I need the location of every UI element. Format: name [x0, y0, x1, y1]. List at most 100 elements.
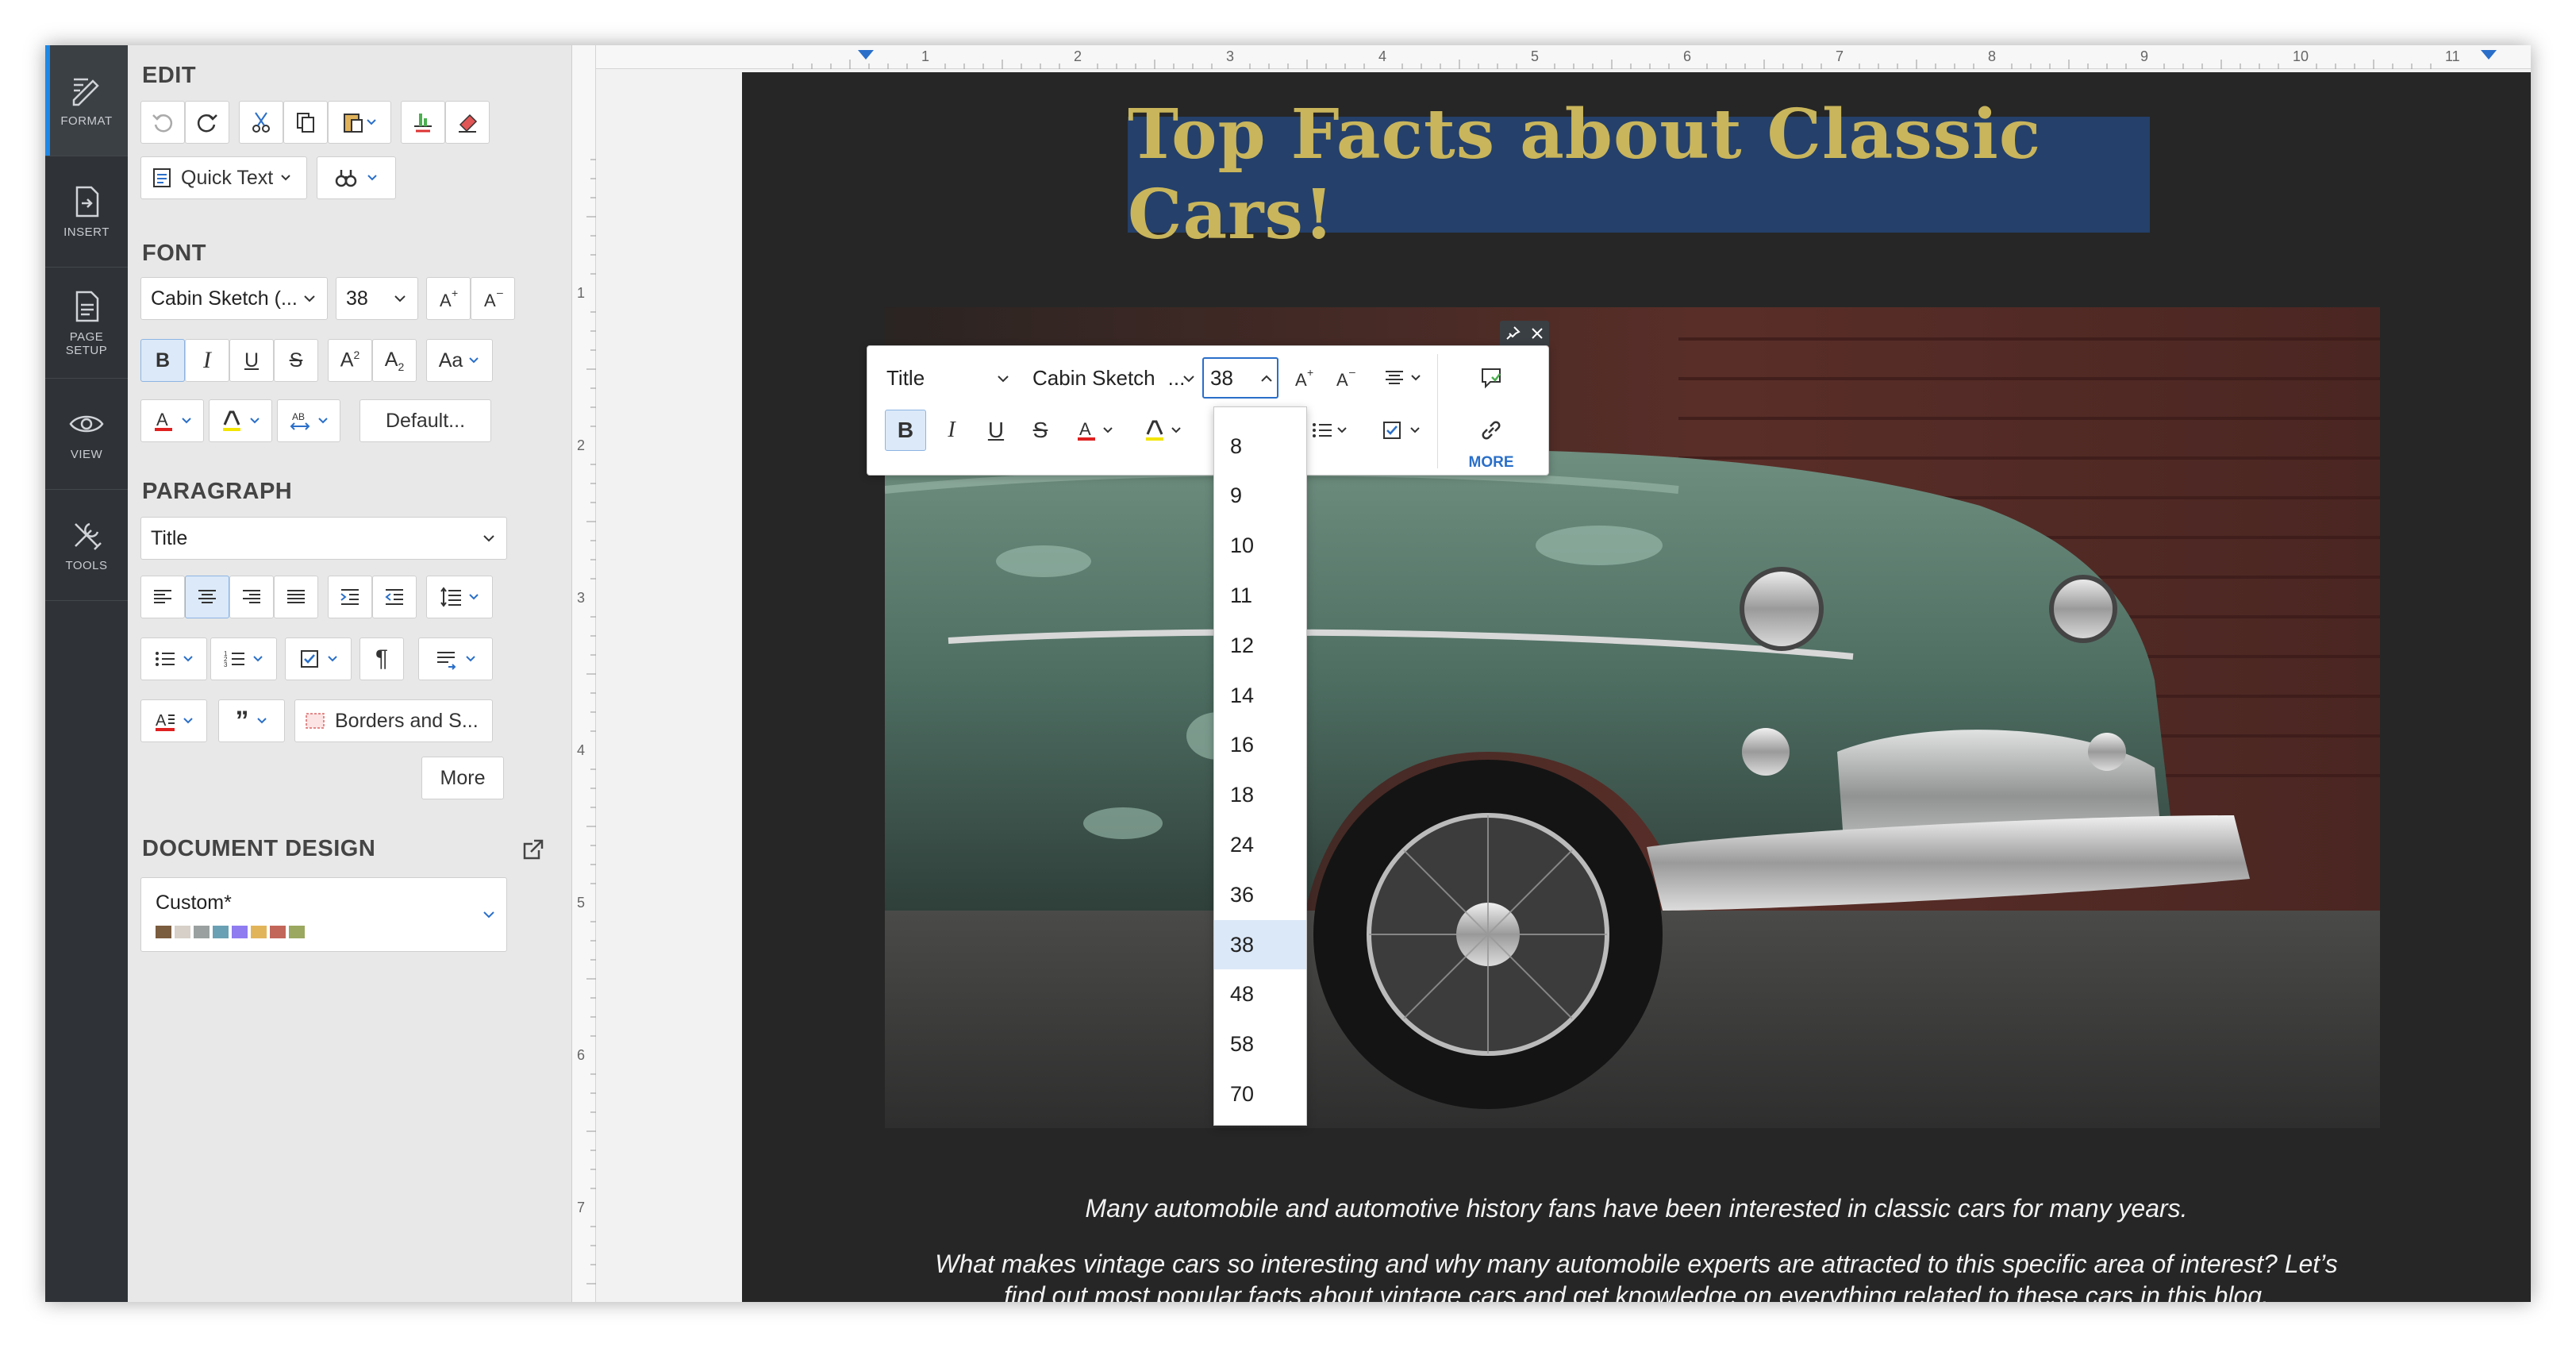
- more-paragraph-button[interactable]: More: [421, 757, 504, 799]
- superscript-button[interactable]: A2: [328, 339, 372, 382]
- font-size-option[interactable]: 16: [1214, 721, 1306, 770]
- checklist-button[interactable]: [285, 637, 352, 680]
- italic-button[interactable]: I: [185, 339, 229, 382]
- float-strikethrough-button[interactable]: S: [1020, 410, 1061, 451]
- rail-view[interactable]: VIEW: [45, 379, 128, 490]
- paste-button[interactable]: [328, 101, 391, 144]
- font-size-option[interactable]: 12: [1214, 621, 1306, 670]
- float-comment-button[interactable]: [1471, 357, 1512, 399]
- increase-font-button[interactable]: A +: [426, 277, 471, 320]
- font-size-option[interactable]: 14: [1214, 671, 1306, 720]
- underline-button[interactable]: U: [229, 339, 274, 382]
- format-painter-button[interactable]: [401, 101, 445, 144]
- font-size-option[interactable]: 18: [1214, 771, 1306, 820]
- float-text-color-button[interactable]: A: [1069, 410, 1120, 451]
- font-size-option[interactable]: 70: [1214, 1069, 1306, 1119]
- rail-page-setup[interactable]: PAGE SETUP: [45, 268, 128, 379]
- font-size-option[interactable]: 24: [1214, 820, 1306, 869]
- chevron-down-icon: [281, 175, 290, 181]
- float-checklist-button[interactable]: [1369, 410, 1432, 451]
- theme-swatch: [289, 925, 305, 938]
- bold-button[interactable]: B: [140, 339, 185, 382]
- float-font-select[interactable]: Cabin Sketch ...: [1021, 357, 1201, 399]
- horizontal-ruler[interactable]: 1 2 3 4 5 6 7 8 9 10 11: [596, 45, 2531, 69]
- align-left-button[interactable]: [140, 576, 185, 618]
- document-design-select[interactable]: Custom*: [140, 877, 507, 952]
- borders-shading-button[interactable]: Borders and S...: [294, 699, 493, 742]
- font-size-option[interactable]: 11: [1214, 571, 1306, 620]
- float-more-link[interactable]: MORE: [1461, 454, 1521, 472]
- document-page[interactable]: Top Facts about Classic Cars! Many autom…: [742, 72, 2531, 1302]
- float-highlight-button[interactable]: [1137, 410, 1188, 451]
- float-link-button[interactable]: [1471, 410, 1512, 451]
- align-center-icon: [198, 590, 216, 603]
- character-spacing-button[interactable]: AB: [277, 399, 340, 442]
- font-size-option[interactable]: 38: [1214, 920, 1306, 969]
- paragraph-color-button[interactable]: A: [140, 699, 207, 742]
- find-replace-button[interactable]: [317, 156, 396, 199]
- quote-button[interactable]: ”: [218, 699, 285, 742]
- quick-text-button[interactable]: Quick Text: [140, 156, 307, 199]
- pin-icon[interactable]: [1505, 325, 1521, 341]
- float-italic-button[interactable]: I: [931, 410, 972, 451]
- font-size-option[interactable]: 8: [1214, 422, 1306, 471]
- strikethrough-icon: S: [1032, 418, 1048, 442]
- font-size-option[interactable]: 48: [1214, 970, 1306, 1019]
- float-underline-button[interactable]: U: [975, 410, 1017, 451]
- float-style-select[interactable]: Title: [875, 357, 1018, 399]
- font-size-option[interactable]: 9: [1214, 472, 1306, 521]
- change-case-button[interactable]: Aa: [426, 339, 493, 382]
- float-align-button[interactable]: [1371, 357, 1434, 399]
- intro-paragraph[interactable]: Many automobile and automotive history f…: [742, 1192, 2531, 1225]
- align-center-button[interactable]: [185, 576, 229, 618]
- subscript-button[interactable]: A2: [372, 339, 417, 382]
- cut-button[interactable]: [239, 101, 283, 144]
- clear-format-button[interactable]: [445, 101, 490, 144]
- font-size-option[interactable]: 58: [1214, 1020, 1306, 1069]
- title-block[interactable]: Top Facts about Classic Cars!: [1128, 94, 2150, 255]
- rail-tools[interactable]: TOOLS: [45, 490, 128, 601]
- font-family-select[interactable]: Cabin Sketch (...: [140, 277, 328, 320]
- float-size-input[interactable]: 38: [1202, 357, 1278, 399]
- default-font-button[interactable]: Default...: [359, 399, 491, 442]
- bullet-list-button[interactable]: [140, 637, 207, 680]
- rail-insert[interactable]: INSERT: [45, 156, 128, 268]
- float-bullet-list-button[interactable]: [1299, 410, 1359, 451]
- font-size-option[interactable]: 10: [1214, 522, 1306, 571]
- float-increase-font-button[interactable]: A +: [1283, 357, 1325, 399]
- body-paragraph-line2[interactable]: find out most popular facts about vintag…: [742, 1279, 2531, 1302]
- document-title[interactable]: Top Facts about Classic Cars!: [1128, 94, 2150, 255]
- float-bold-button[interactable]: B: [885, 410, 926, 451]
- highlight-color-button[interactable]: [209, 399, 272, 442]
- open-external-icon[interactable]: [521, 838, 545, 861]
- rail-format[interactable]: FORMAT: [45, 45, 128, 156]
- font-size-select[interactable]: 38: [336, 277, 418, 320]
- bullet-list-icon: [156, 652, 175, 666]
- vertical-ruler[interactable]: 1 2 3 4 5 6 7: [572, 45, 596, 1302]
- numbered-list-button[interactable]: 123: [210, 637, 277, 680]
- show-formatting-button[interactable]: ¶: [359, 637, 404, 680]
- chevron-down-icon: [469, 357, 479, 364]
- indent-marker[interactable]: [2481, 50, 2497, 60]
- float-decrease-font-button[interactable]: A –: [1325, 357, 1366, 399]
- text-direction-button[interactable]: [418, 637, 493, 680]
- strikethrough-button[interactable]: S: [274, 339, 318, 382]
- font-size-option[interactable]: 36: [1214, 870, 1306, 919]
- ruler-number: 5: [1531, 48, 1539, 64]
- paragraph-style-select[interactable]: Title: [140, 517, 507, 560]
- increase-indent-button[interactable]: [328, 576, 372, 618]
- copy-button[interactable]: [283, 101, 328, 144]
- decrease-font-button[interactable]: A –: [471, 277, 515, 320]
- justify-button[interactable]: [274, 576, 318, 618]
- body-paragraph-line1[interactable]: What makes vintage cars so interesting a…: [742, 1247, 2531, 1281]
- indent-marker[interactable]: [858, 50, 874, 60]
- align-right-button[interactable]: [229, 576, 274, 618]
- copy-icon: [297, 113, 314, 133]
- float-divider: [1437, 354, 1438, 468]
- redo-button[interactable]: [185, 101, 229, 144]
- undo-button[interactable]: [140, 101, 185, 144]
- line-spacing-button[interactable]: [426, 576, 493, 618]
- text-color-button[interactable]: A: [140, 399, 204, 442]
- decrease-indent-button[interactable]: [372, 576, 417, 618]
- close-icon[interactable]: [1529, 325, 1545, 341]
